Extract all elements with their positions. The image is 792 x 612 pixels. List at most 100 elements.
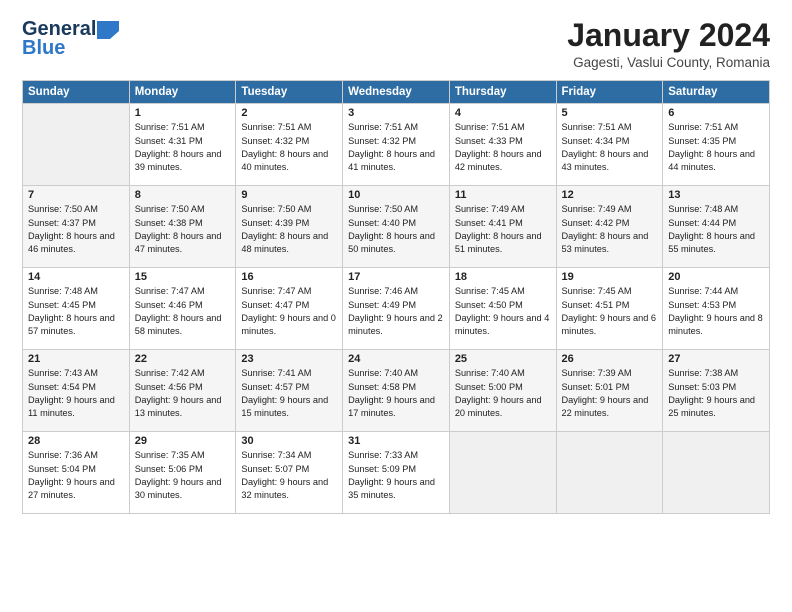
day-info: Sunrise: 7:51 AM Sunset: 4:35 PM Dayligh… — [668, 121, 764, 174]
day-number: 15 — [135, 271, 231, 283]
week-row-5: 28 Sunrise: 7:36 AM Sunset: 5:04 PM Dayli… — [23, 432, 770, 514]
day-info: Sunrise: 7:33 AM Sunset: 5:09 PM Dayligh… — [348, 449, 444, 502]
day-cell: 16 Sunrise: 7:47 AM Sunset: 4:47 PM Dayli… — [236, 268, 343, 350]
day-info: Sunrise: 7:38 AM Sunset: 5:03 PM Dayligh… — [668, 367, 764, 420]
day-number: 5 — [562, 107, 658, 119]
day-cell: 7 Sunrise: 7:50 AM Sunset: 4:37 PM Daylig… — [23, 186, 130, 268]
header-thursday: Thursday — [449, 81, 556, 104]
day-cell: 10 Sunrise: 7:50 AM Sunset: 4:40 PM Dayli… — [343, 186, 450, 268]
day-info: Sunrise: 7:50 AM Sunset: 4:38 PM Dayligh… — [135, 203, 231, 256]
calendar-subtitle: Gagesti, Vaslui County, Romania — [567, 55, 770, 70]
day-number: 12 — [562, 189, 658, 201]
day-cell: 22 Sunrise: 7:42 AM Sunset: 4:56 PM Dayli… — [129, 350, 236, 432]
day-info: Sunrise: 7:50 AM Sunset: 4:37 PM Dayligh… — [28, 203, 124, 256]
day-number: 30 — [241, 435, 337, 447]
week-row-2: 7 Sunrise: 7:50 AM Sunset: 4:37 PM Daylig… — [23, 186, 770, 268]
day-number: 26 — [562, 353, 658, 365]
header-monday: Monday — [129, 81, 236, 104]
day-info: Sunrise: 7:51 AM Sunset: 4:32 PM Dayligh… — [348, 121, 444, 174]
day-number: 21 — [28, 353, 124, 365]
day-cell: 13 Sunrise: 7:48 AM Sunset: 4:44 PM Dayli… — [663, 186, 770, 268]
day-info: Sunrise: 7:51 AM Sunset: 4:33 PM Dayligh… — [455, 121, 551, 174]
day-cell: 3Sunrise: 7:51 AM Sunset: 4:32 PM Daylig… — [343, 104, 450, 186]
logo-blue: Blue — [22, 37, 65, 60]
day-number: 7 — [28, 189, 124, 201]
header-sunday: Sunday — [23, 81, 130, 104]
day-cell: 14 Sunrise: 7:48 AM Sunset: 4:45 PM Dayli… — [23, 268, 130, 350]
day-cell — [23, 104, 130, 186]
day-info: Sunrise: 7:41 AM Sunset: 4:57 PM Dayligh… — [241, 367, 337, 420]
day-number: 1 — [135, 107, 231, 119]
day-info: Sunrise: 7:40 AM Sunset: 4:58 PM Dayligh… — [348, 367, 444, 420]
day-cell — [663, 432, 770, 514]
day-info: Sunrise: 7:48 AM Sunset: 4:45 PM Dayligh… — [28, 285, 124, 338]
day-number: 8 — [135, 189, 231, 201]
day-info: Sunrise: 7:40 AM Sunset: 5:00 PM Dayligh… — [455, 367, 551, 420]
day-number: 19 — [562, 271, 658, 283]
header-friday: Friday — [556, 81, 663, 104]
day-number: 16 — [241, 271, 337, 283]
logo: General Blue — [22, 18, 119, 60]
day-cell: 26Sunrise: 7:39 AM Sunset: 5:01 PM Dayli… — [556, 350, 663, 432]
day-number: 22 — [135, 353, 231, 365]
day-cell: 5Sunrise: 7:51 AM Sunset: 4:34 PM Daylig… — [556, 104, 663, 186]
day-info: Sunrise: 7:44 AM Sunset: 4:53 PM Dayligh… — [668, 285, 764, 338]
day-number: 10 — [348, 189, 444, 201]
day-info: Sunrise: 7:50 AM Sunset: 4:40 PM Dayligh… — [348, 203, 444, 256]
day-info: Sunrise: 7:45 AM Sunset: 4:50 PM Dayligh… — [455, 285, 551, 338]
day-cell: 2 Sunrise: 7:51 AM Sunset: 4:32 PM Daylig… — [236, 104, 343, 186]
day-number: 25 — [455, 353, 551, 365]
day-info: Sunrise: 7:42 AM Sunset: 4:56 PM Dayligh… — [135, 367, 231, 420]
day-info: Sunrise: 7:46 AM Sunset: 4:49 PM Dayligh… — [348, 285, 444, 338]
day-cell: 1 Sunrise: 7:51 AM Sunset: 4:31 PM Daylig… — [129, 104, 236, 186]
day-cell: 28 Sunrise: 7:36 AM Sunset: 5:04 PM Dayli… — [23, 432, 130, 514]
day-cell: 15Sunrise: 7:47 AM Sunset: 4:46 PM Dayli… — [129, 268, 236, 350]
day-info: Sunrise: 7:50 AM Sunset: 4:39 PM Dayligh… — [241, 203, 337, 256]
logo-icon — [97, 21, 119, 39]
day-info: Sunrise: 7:47 AM Sunset: 4:47 PM Dayligh… — [241, 285, 337, 338]
header-saturday: Saturday — [663, 81, 770, 104]
day-cell: 24 Sunrise: 7:40 AM Sunset: 4:58 PM Dayli… — [343, 350, 450, 432]
calendar-table: SundayMondayTuesdayWednesdayThursdayFrid… — [22, 80, 770, 514]
day-info: Sunrise: 7:51 AM Sunset: 4:31 PM Dayligh… — [135, 121, 231, 174]
header: General Blue January 2024 Gagesti, Vaslu… — [22, 18, 770, 70]
day-cell — [556, 432, 663, 514]
day-number: 27 — [668, 353, 764, 365]
day-number: 11 — [455, 189, 551, 201]
day-info: Sunrise: 7:36 AM Sunset: 5:04 PM Dayligh… — [28, 449, 124, 502]
day-cell: 19 Sunrise: 7:45 AM Sunset: 4:51 PM Dayli… — [556, 268, 663, 350]
day-number: 2 — [241, 107, 337, 119]
header-tuesday: Tuesday — [236, 81, 343, 104]
day-number: 23 — [241, 353, 337, 365]
day-number: 13 — [668, 189, 764, 201]
day-number: 14 — [28, 271, 124, 283]
day-number: 4 — [455, 107, 551, 119]
day-info: Sunrise: 7:51 AM Sunset: 4:32 PM Dayligh… — [241, 121, 337, 174]
day-info: Sunrise: 7:48 AM Sunset: 4:44 PM Dayligh… — [668, 203, 764, 256]
day-cell: 29Sunrise: 7:35 AM Sunset: 5:06 PM Dayli… — [129, 432, 236, 514]
day-cell: 30 Sunrise: 7:34 AM Sunset: 5:07 PM Dayli… — [236, 432, 343, 514]
calendar-title: January 2024 — [567, 18, 770, 53]
header-wednesday: Wednesday — [343, 81, 450, 104]
day-cell: 21 Sunrise: 7:43 AM Sunset: 4:54 PM Dayli… — [23, 350, 130, 432]
day-cell: 23 Sunrise: 7:41 AM Sunset: 4:57 PM Dayli… — [236, 350, 343, 432]
day-info: Sunrise: 7:34 AM Sunset: 5:07 PM Dayligh… — [241, 449, 337, 502]
day-number: 24 — [348, 353, 444, 365]
day-cell: 17 Sunrise: 7:46 AM Sunset: 4:49 PM Dayli… — [343, 268, 450, 350]
day-number: 18 — [455, 271, 551, 283]
day-info: Sunrise: 7:35 AM Sunset: 5:06 PM Dayligh… — [135, 449, 231, 502]
header-row: SundayMondayTuesdayWednesdayThursdayFrid… — [23, 81, 770, 104]
page: General Blue January 2024 Gagesti, Vaslu… — [0, 0, 792, 612]
day-info: Sunrise: 7:49 AM Sunset: 4:41 PM Dayligh… — [455, 203, 551, 256]
day-cell — [449, 432, 556, 514]
day-cell: 31 Sunrise: 7:33 AM Sunset: 5:09 PM Dayli… — [343, 432, 450, 514]
day-number: 31 — [348, 435, 444, 447]
day-cell: 27 Sunrise: 7:38 AM Sunset: 5:03 PM Dayli… — [663, 350, 770, 432]
day-info: Sunrise: 7:45 AM Sunset: 4:51 PM Dayligh… — [562, 285, 658, 338]
day-number: 9 — [241, 189, 337, 201]
day-number: 28 — [28, 435, 124, 447]
day-number: 17 — [348, 271, 444, 283]
day-cell: 6Sunrise: 7:51 AM Sunset: 4:35 PM Daylig… — [663, 104, 770, 186]
day-info: Sunrise: 7:43 AM Sunset: 4:54 PM Dayligh… — [28, 367, 124, 420]
title-block: January 2024 Gagesti, Vaslui County, Rom… — [567, 18, 770, 70]
